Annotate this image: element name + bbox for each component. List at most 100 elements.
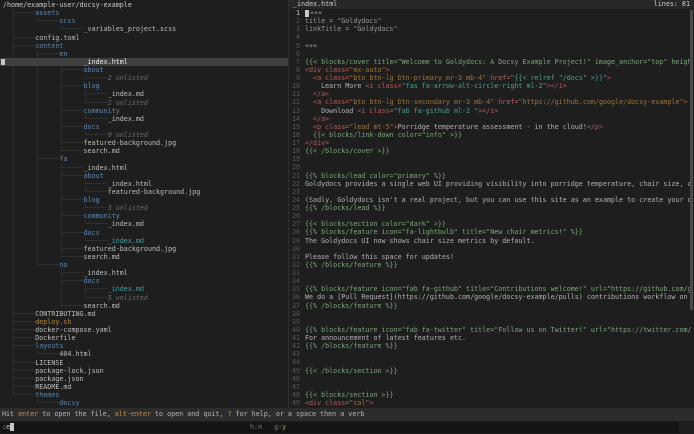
tree-item-label: docs	[84, 229, 100, 237]
line-content	[305, 375, 694, 383]
tree-item-package-lock.json[interactable]: ├─────package-lock.json	[3, 367, 288, 375]
line-content: {{% blocks/feature icon="fab fa-twitter"…	[305, 326, 694, 334]
line-number: 30	[291, 245, 300, 253]
tree-item-about[interactable]: │ │ ├─────about	[3, 172, 288, 180]
line-content	[305, 318, 694, 326]
tree-item-label: Dockerfile	[35, 334, 75, 342]
tree-item-docs[interactable]: │ │ ├─────docs	[3, 229, 288, 237]
line-content: Learn More <i class="fas fa-arrow-alt-ci…	[305, 82, 694, 90]
tree-item-label: community	[84, 107, 120, 115]
tree-item-config.toml[interactable]: ├─────config.toml	[3, 34, 288, 42]
tree-item-label: content	[35, 42, 63, 50]
tree-item-label: docsy	[59, 399, 79, 407]
tree-item-no[interactable]: │ └─────no	[3, 261, 288, 269]
tree-branch-lines: │ │ │ ├─────	[3, 180, 108, 188]
flag-h[interactable]: h:n	[250, 422, 262, 433]
line-content: {{< blocks/section color="dark" >}}	[305, 220, 694, 228]
tree-item-fa[interactable]: │ ├─────fa	[3, 155, 288, 163]
line-number: 47	[291, 383, 300, 391]
line-number: 45	[291, 367, 300, 375]
tree-item-CONTRIBUTING.md[interactable]: ├─────CONTRIBUTING.md	[3, 310, 288, 318]
line-number: 34	[291, 277, 300, 285]
preview-filename: _index.html	[293, 0, 337, 9]
tree-item-label: 2 unlisted	[108, 99, 148, 107]
tree-item-about[interactable]: │ │ ├─────about	[3, 66, 288, 74]
tree-item-blog[interactable]: │ │ ├─────blog	[3, 196, 288, 204]
tree-item-featured-background.jpg[interactable]: │ │ │ └─────featured-background.jpg	[3, 188, 288, 196]
tree-branch-lines: │ │ ├─────	[3, 58, 84, 66]
preview-line: 4	[291, 33, 694, 41]
tree-branch-lines: │ │ └─────	[3, 294, 108, 302]
preview-line: 11 </a>	[291, 90, 694, 98]
preview-line: 12 <a class="btn btn-lg btn-secondary mr…	[291, 98, 694, 106]
tree-item-9-unlisted[interactable]: │ │ │ └─────9 unlisted	[3, 131, 288, 139]
tree-item-package.json[interactable]: ├─────package.json	[3, 375, 288, 383]
tree-item-docsy[interactable]: └─────docsy	[3, 399, 288, 407]
tree-item-_index.html[interactable]: │ │ │ ├─────_index.html	[3, 180, 288, 188]
preview-line: 41For announcement of latest features et…	[291, 334, 694, 342]
line-number: 48	[291, 391, 300, 399]
tree-item-_variables_project.scss[interactable]: │ └─────_variables_project.scss	[3, 25, 288, 33]
line-number: 27	[291, 220, 300, 228]
tree-item-featured-background.jpg[interactable]: │ │ ├─────featured-background.jpg	[3, 245, 288, 253]
tree-branch-lines: │ │ │ └─────	[3, 188, 108, 196]
line-content: linkTitle = "Goldydocs"	[305, 25, 694, 33]
tree-item-_index.md[interactable]: │ │ ├─────_index.md	[3, 285, 288, 293]
tree-branch-lines: │ │ ├─────	[3, 123, 84, 131]
tree-item-_index.md[interactable]: │ │ │ ├─────_index.md	[3, 90, 288, 98]
line-number: 16	[291, 131, 300, 139]
tree-item-content[interactable]: ├─────content	[3, 42, 288, 50]
tree-item-_index.md[interactable]: │ │ │ └─────_index.md	[3, 237, 288, 245]
preview-line: 34	[291, 277, 694, 285]
preview-line: 18{{< /blocks/cover >}}	[291, 147, 694, 155]
tree-item-README.md[interactable]: ├─────README.md	[3, 383, 288, 391]
tree-item--home-example-user-docsy-example[interactable]: /home/example-user/docsy-example	[3, 1, 288, 9]
line-content: +++	[305, 42, 694, 50]
preview-header: _index.html lines: 81	[289, 0, 694, 9]
tree-item-deploy.sh[interactable]: ├─────deploy.sh	[3, 318, 288, 326]
preview-line: 32{{% /blocks/feature %}}	[291, 261, 694, 269]
tree-item-label: deploy.sh	[35, 318, 71, 326]
tree-item-_index.html[interactable]: │ │ ├─────_index.html	[3, 164, 288, 172]
line-content: {{% blocks/feature icon="fab fa-github" …	[305, 285, 694, 293]
tree-item-404.html[interactable]: │ └─────404.html	[3, 350, 288, 358]
line-content: <a class="btn btn-lg btn-primary mr-3 mb…	[305, 74, 694, 82]
tree-branch-lines: ├─────	[3, 318, 35, 326]
line-number: 22	[291, 180, 300, 188]
line-number: 43	[291, 350, 300, 358]
tree-branch-lines: │ │ │ └─────	[3, 99, 108, 107]
tree-item-themes[interactable]: └─────themes	[3, 391, 288, 399]
preview-scrollbar[interactable]	[690, 10, 693, 310]
preview-line: 8<div class="mx-auto">	[291, 66, 694, 74]
tree-branch-lines: ├─────	[3, 375, 35, 383]
preview-line-count: lines: 81	[654, 0, 690, 9]
tree-item-_index.html[interactable]: │ │ ├─────_index.html	[0, 58, 288, 66]
tree-item-LICENSE[interactable]: ├─────LICENSE	[3, 359, 288, 367]
line-content	[305, 33, 694, 41]
line-content: {{% /blocks/feature %}}	[305, 302, 694, 310]
line-content: +++	[305, 9, 694, 17]
tree-item-2-unlisted[interactable]: │ │ │ └─────2 unlisted	[3, 99, 288, 107]
tree-item-en[interactable]: │ ├─────en	[3, 50, 288, 58]
tree-item-search.md[interactable]: │ │ └─────search.md	[3, 253, 288, 261]
flag-g[interactable]: g:y	[274, 422, 286, 433]
tree-item-search.md[interactable]: │ └─────search.md	[3, 302, 288, 310]
line-number: 26	[291, 212, 300, 220]
tree-item-docs[interactable]: │ │ ├─────docs	[3, 123, 288, 131]
preview-line: 26	[291, 212, 694, 220]
preview-line: 39	[291, 318, 694, 326]
line-content: {{< blocks/section >}}	[305, 391, 694, 399]
tree-item-community[interactable]: │ │ ├─────community	[3, 107, 288, 115]
tree-item-docker-compose.yaml[interactable]: ├─────docker-compose.yaml	[3, 326, 288, 334]
tree-item-5-unlisted[interactable]: │ │ └─────5 unlisted	[3, 294, 288, 302]
tree-branch-lines: │ ├─────	[3, 269, 84, 277]
line-number: 7	[291, 58, 300, 66]
tree-item-label: en	[59, 50, 67, 58]
command-input-field[interactable]: :e	[0, 422, 679, 433]
tree-branch-lines: │ │ │ └─────	[3, 204, 108, 212]
line-content	[305, 50, 694, 58]
tree-item-_index.md[interactable]: │ │ │ └─────_index.md	[3, 220, 288, 228]
tree-item-_index.md[interactable]: │ │ │ └─────_index.md	[3, 115, 288, 123]
tree-item-label: _index.html	[108, 180, 152, 188]
tree-item-label: _index.md	[108, 237, 144, 245]
